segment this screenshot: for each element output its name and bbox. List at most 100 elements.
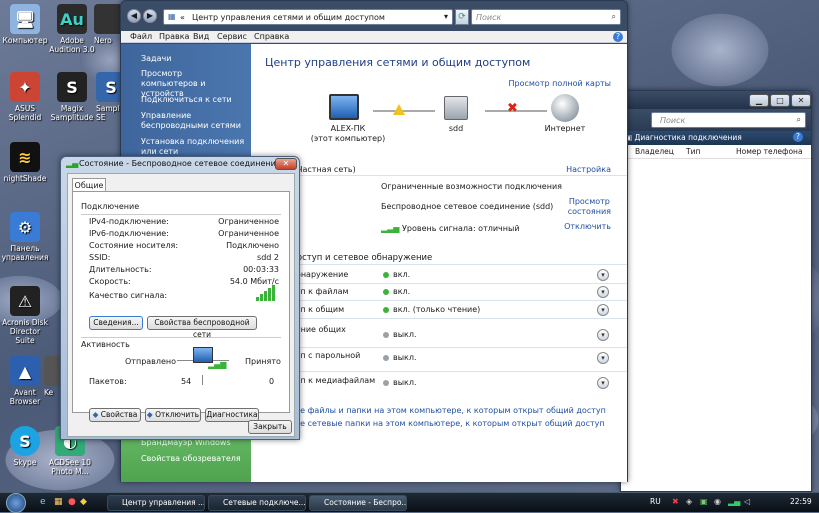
clock[interactable]: 22:59 [790,497,812,506]
signal-quality-label: Качество сигнала: [89,291,168,300]
maximize-button[interactable]: □ [770,94,790,107]
minimize-button[interactable]: ▁ [749,94,769,107]
status-off-icon [383,331,389,338]
tray-icon[interactable]: ▣ [700,497,708,506]
dropdown-icon[interactable]: ▾ [444,12,448,21]
main-search-input[interactable]: Поиск ⌕ [471,9,621,25]
sent-label: Отправлено [125,357,177,366]
desktop-icon-computer[interactable]: 🖥 Компьютер [0,4,50,45]
help-icon[interactable]: ? [793,132,803,142]
signal-bars-icon: ▂▄ [66,159,79,168]
shared-folders-link[interactable]: все сетевые папки на этом компьютере, к … [291,419,605,428]
menu-edit[interactable]: Правка [159,32,189,41]
desktop-icon-avant[interactable]: ▲ Avant Browser [0,356,50,406]
desktop-icon-audition[interactable]: Au Adobe Audition 3.0 [47,4,97,54]
row-media-val: Подключено [226,241,279,250]
desktop-icon-acronis[interactable]: ⚠ Acronis Disk Director Suite [0,286,50,345]
menu-tools[interactable]: Сервис [217,32,247,41]
task-internet-options[interactable]: Свойства обозревателя [141,454,241,463]
desktop-icon-nightshade[interactable]: ≋ nightShade [0,142,50,183]
show-desktop-icon[interactable]: ▦ [54,497,63,507]
search-input[interactable]: Поиск ⌕ [651,112,806,128]
close-button[interactable]: Закрыть [248,420,292,434]
desktop-icon-sample[interactable]: SSample SE [96,72,120,122]
task-connect[interactable]: Подключиться к сети [141,95,241,104]
disconnect-button[interactable]: ◆ Отключить [145,408,201,422]
expand-printers-button[interactable]: ▾ [597,329,609,341]
expand-password-button[interactable]: ▾ [597,352,609,364]
back-button[interactable]: ◀ [127,9,141,23]
status-dialog[interactable]: ▂▄ Состояние - Беспроводное сетевое соед… [60,156,300,440]
tray-icon[interactable]: ◈ [686,497,692,506]
desktop-icon-nero[interactable]: Nero [94,4,120,45]
expand-discovery-button[interactable]: ▾ [597,269,609,281]
desktop-icon-asus[interactable]: ✦ ASUS Splendid [0,72,50,122]
menu-help[interactable]: Справка [254,32,289,41]
address-bar[interactable]: ▦ « Центр управления сетями и общим дост… [163,9,453,25]
network-tray-icon[interactable]: ▂▄ [728,497,740,506]
warning-icon[interactable] [393,104,405,115]
start-button[interactable] [6,493,26,513]
properties-button[interactable]: ◆ Свойства [89,408,141,422]
task-manage-wireless[interactable]: Управление беспроводными сетями [141,111,251,131]
router-icon [444,96,468,120]
back-window-toolbar: ▣ Диагностика подключения ? [621,131,811,145]
col-type[interactable]: Тип [686,145,700,159]
col-owner[interactable]: Владелец [635,145,674,159]
desktop-icon-ke[interactable]: Ke [44,356,60,397]
row-media-key: Состояние носителя: [89,241,179,250]
tray-icon[interactable]: ◉ [714,497,721,506]
map-internet: Интернет [544,124,586,133]
sharing-printers-value: выкл. [383,330,417,339]
packets-label: Пакетов: [89,377,127,386]
diagnose-link[interactable]: Диагностика подключения [634,133,741,142]
divider [251,175,627,176]
desktop-icon-samplitude[interactable]: S Magix Samplitude [47,72,97,122]
task-setup-connection[interactable]: Установка подключения или сети [141,137,251,157]
dialog-titlebar: ▂▄ Состояние - Беспроводное сетевое соед… [61,157,299,171]
divider [251,371,627,372]
opera-icon[interactable]: ● [68,497,76,507]
details-button[interactable]: Сведения... [89,316,143,330]
error-x-icon[interactable]: ✖ [507,101,518,116]
view-full-map-link[interactable]: Просмотр полной карты [509,79,612,88]
row-ssid-key: SSID: [89,253,111,262]
volume-icon[interactable]: ◁ [744,497,750,506]
language-indicator[interactable]: RU [650,497,661,506]
shared-files-link[interactable]: все файлы и папки на этом компьютере, к … [291,406,606,415]
expand-public-button[interactable]: ▾ [597,304,609,316]
back-window[interactable]: ▁ □ ✕ Поиск ⌕ ▣ Диагностика подключения ?… [620,90,812,492]
tray-icon[interactable]: ✖ [672,497,679,506]
forward-button[interactable]: ▶ [143,9,157,23]
taskbar-status-dialog[interactable]: Состояние - Беспро... [309,495,407,511]
desktop-icon-control-panel[interactable]: ⚙ Панель управления [0,212,50,262]
taskbar-network-connections[interactable]: Сетевые подключе... [208,495,306,511]
acronis-icon: ⚠ [10,286,40,316]
help-icon[interactable]: ? [613,32,623,42]
disconnect-link[interactable]: Отключить [564,222,611,231]
network-type-label: Частная сеть) [297,165,356,174]
wireless-properties-button[interactable]: Свойства беспроводной сети [147,316,257,339]
menu-view[interactable]: Вид [193,32,209,41]
customize-link[interactable]: Настройка [566,165,611,174]
ie-icon[interactable]: e [40,497,46,507]
map-pc-name: ALEX-ПК [330,124,366,133]
sharing-password-label: туп с парольной [291,351,361,360]
dialog-close-button[interactable]: ✕ [275,158,297,170]
expand-media-button[interactable]: ▾ [597,377,609,389]
menu-file[interactable]: Файл [130,32,152,41]
activity-separator [202,375,203,385]
desktop-icon-skype[interactable]: S Skype [0,426,50,467]
sharing-password-value: выкл. [383,353,417,362]
view-status-link[interactable]: Просмотр состояния [568,197,611,217]
search-icon: ⌕ [796,115,801,124]
quicklaunch-icon[interactable]: ◆ [80,497,87,507]
status-on-icon [383,271,389,278]
close-button[interactable]: ✕ [791,94,811,107]
tab-general[interactable]: Общие [72,178,106,192]
row-speed-key: Скорость: [89,277,131,286]
refresh-button[interactable]: ⟳ [455,9,469,25]
expand-files-button[interactable]: ▾ [597,286,609,298]
taskbar-network-center[interactable]: Центр управления ... [107,495,205,511]
col-phone[interactable]: Номер телефона [736,145,803,159]
